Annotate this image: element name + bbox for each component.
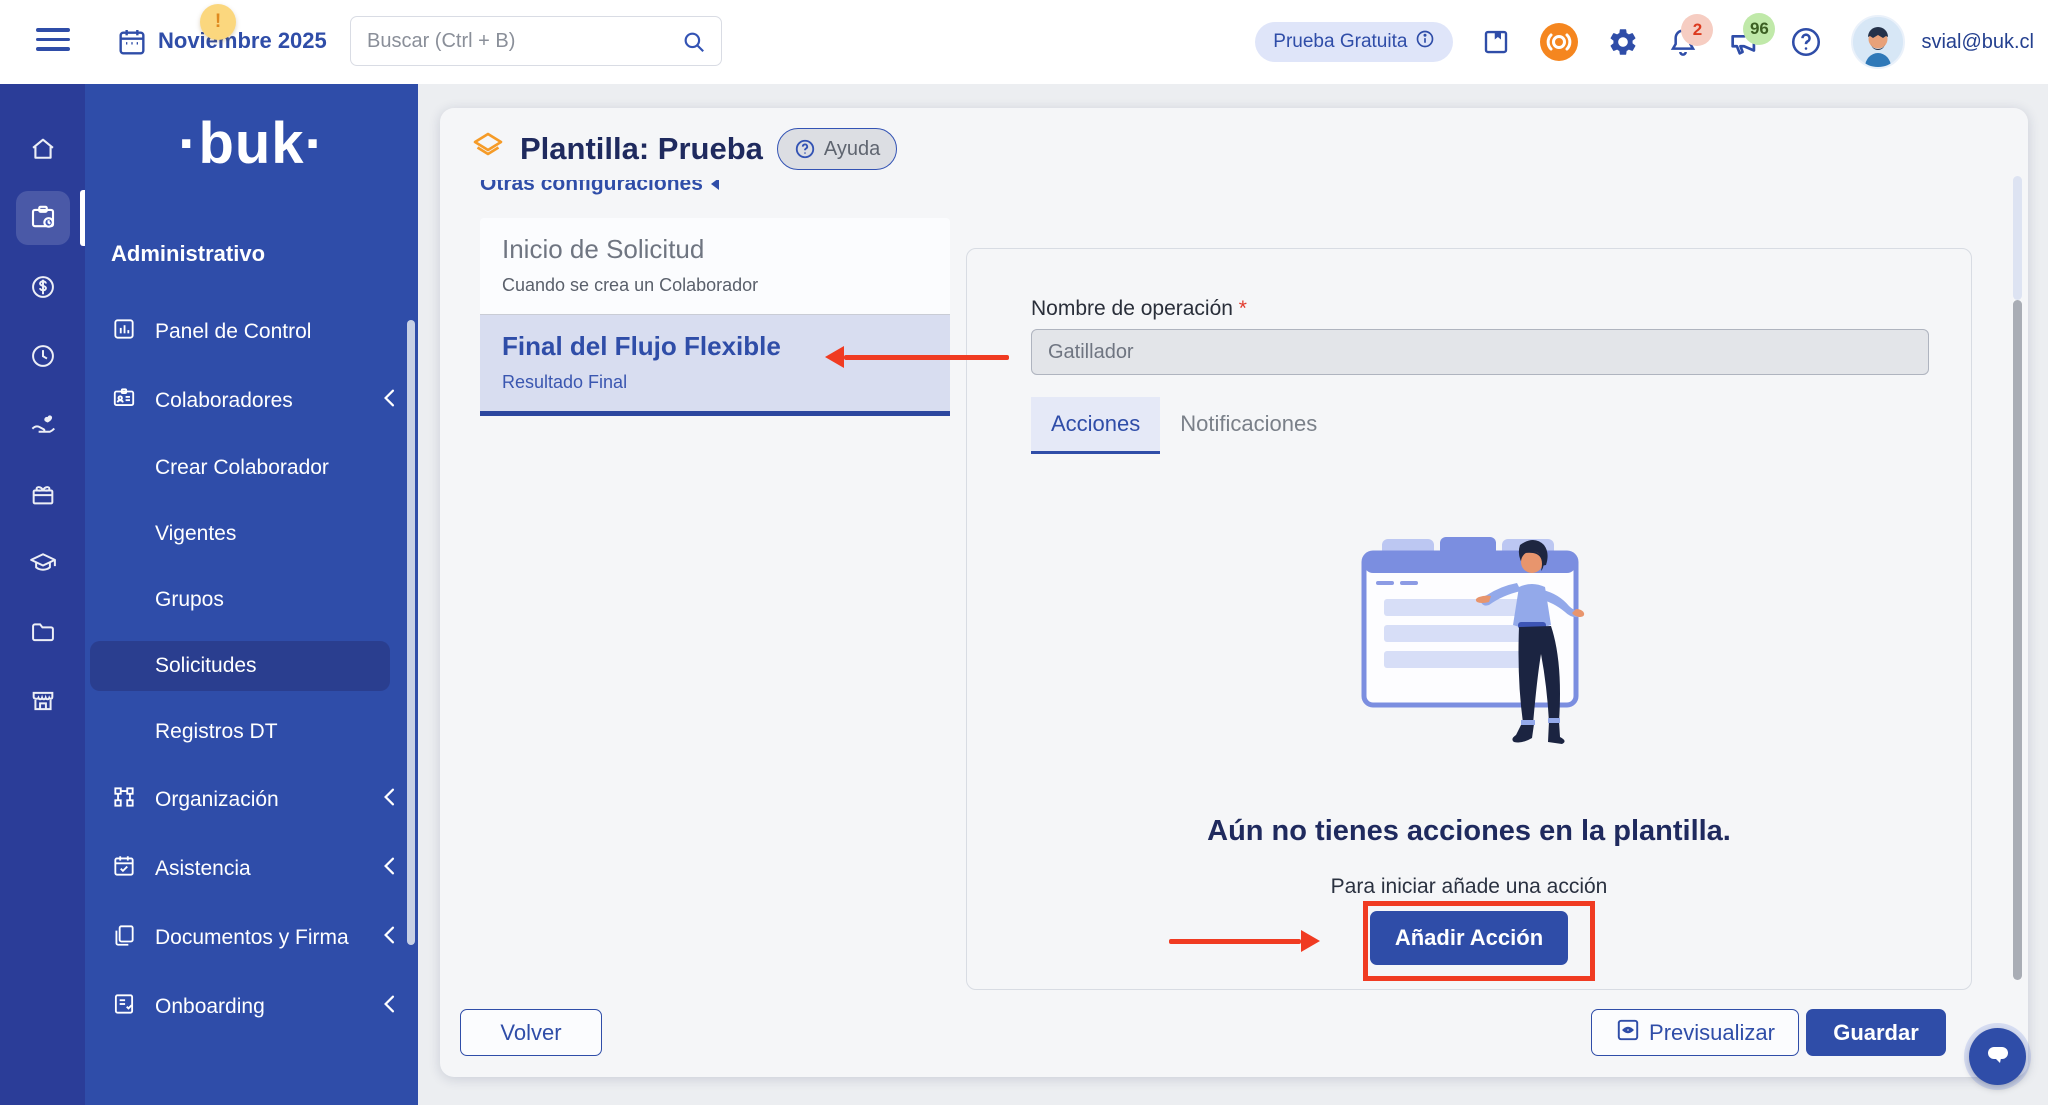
sidebar-item-organizacion[interactable]: Organización [85,765,418,834]
annotation-arrow-step [825,346,1009,368]
period-selector[interactable]: Noviembre 2025 [158,28,327,54]
preview-button[interactable]: Previsualizar [1591,1009,1799,1056]
user-email[interactable]: svial@buk.cl [1921,31,2034,54]
tab-notificaciones[interactable]: Notificaciones [1160,397,1337,454]
page-title: Plantilla: Prueba [520,131,763,167]
annotation-arrow-add-action [1169,930,1320,952]
id-badge-icon [111,385,137,417]
sidebar-item-panel-de-control[interactable]: Panel de Control [85,297,418,366]
broadcast-icon[interactable] [1539,22,1579,62]
calendar-icon[interactable] [116,26,148,63]
search-input[interactable] [367,17,667,65]
annotation-rect-add-action [1363,901,1595,981]
rail-gift-icon[interactable] [0,459,85,528]
step-inicio-de-solicitud[interactable]: Inicio de Solicitud Cuando se crea un Co… [480,218,950,315]
notification-count-badge: 2 [1681,14,1713,46]
global-search[interactable] [350,16,722,66]
documents-icon [111,922,137,954]
info-icon [1415,29,1435,55]
period-alert-badge: ! [200,4,236,40]
rail-home-icon[interactable] [0,114,85,183]
hamburger-menu-icon[interactable] [36,28,70,54]
chevron-left-icon [382,788,396,812]
icon-rail [0,84,85,1105]
sidebar-item-solicitudes[interactable]: Solicitudes [90,641,390,691]
topbar-actions: Prueba Gratuita [1255,0,2034,84]
sidebar: ·buk· Administrativo Panel de Control Co… [85,84,418,1105]
announcement-count-badge: 96 [1743,13,1775,45]
sidebar-section-label: Administrativo [111,241,418,267]
save-button[interactable]: Guardar [1806,1009,1946,1056]
empty-state-title: Aún no tienes acciones en la plantilla. [967,815,1971,848]
flow-steps-list: Inicio de Solicitud Cuando se crea un Co… [480,218,950,416]
tab-acciones[interactable]: Acciones [1031,397,1160,454]
chevron-left-icon [382,857,396,881]
other-configurations-link[interactable]: Otras configuraciones [480,180,719,205]
operation-panel: Nombre de operación * Acciones Notificac… [966,248,1972,990]
calendar-check-icon [111,853,137,885]
sidebar-item-grupos[interactable]: Grupos [85,567,418,633]
eye-preview-icon [1615,1017,1641,1049]
sidebar-item-asistencia[interactable]: Asistencia [85,834,418,903]
triangle-collapse-icon [711,180,719,190]
sidebar-item-colaboradores[interactable]: Colaboradores [85,366,418,435]
org-chart-icon [111,784,137,816]
sidebar-item-registros-dt[interactable]: Registros DT [85,699,418,765]
rail-store-icon[interactable] [0,666,85,735]
megaphone-icon[interactable]: 96 [1727,25,1761,59]
template-card: Plantilla: Prueba Ayuda Otras configurac… [440,108,2028,1077]
topbar: Noviembre 2025 ! Prueba Gratuita [0,0,2048,84]
rail-time-icon[interactable] [0,321,85,390]
chevron-left-icon [382,389,396,413]
search-icon[interactable] [681,29,707,60]
back-button[interactable]: Volver [460,1009,602,1056]
bell-icon[interactable]: 2 [1667,26,1699,58]
sidebar-item-vigentes[interactable]: Vigentes [85,501,418,567]
rail-payroll-icon[interactable] [0,252,85,321]
sidebar-item-documentos-y-firma[interactable]: Documentos y Firma [85,903,418,972]
empty-state-subtitle: Para iniciar añade una acción [967,875,1971,899]
help-button[interactable]: Ayuda [777,128,897,170]
layers-icon [470,129,506,170]
rail-requests-icon[interactable] [0,183,85,252]
card-scrollbar-track[interactable] [2013,176,2022,300]
sidebar-item-crear-colaborador[interactable]: Crear Colaborador [85,435,418,501]
rail-benefits-icon[interactable] [0,390,85,459]
sidebar-scrollbar[interactable] [407,320,415,945]
checklist-icon [111,991,137,1023]
bookmark-icon[interactable] [1481,27,1511,57]
sidebar-item-onboarding[interactable]: Onboarding [85,972,418,1041]
gear-icon[interactable] [1607,26,1639,58]
chevron-left-icon [382,926,396,950]
card-scrollbar-thumb[interactable] [2013,300,2022,980]
panel-tabs: Acciones Notificaciones [1031,397,1337,454]
rail-training-icon[interactable] [0,528,85,597]
empty-state-illustration [1344,527,1594,772]
operation-name-label: Nombre de operación * [1031,297,1247,321]
rail-folder-icon[interactable] [0,597,85,666]
dashboard-icon [111,316,137,348]
help-icon[interactable] [1789,25,1823,59]
user-avatar[interactable] [1851,15,1905,69]
chat-button[interactable] [1969,1028,2026,1085]
chat-icon [1983,1039,2013,1074]
buk-logo: ·buk· [85,110,418,177]
operation-name-input[interactable] [1031,329,1929,375]
trial-badge[interactable]: Prueba Gratuita [1255,22,1453,62]
main-content: Plantilla: Prueba Ayuda Otras configurac… [418,84,2048,1105]
chevron-left-icon [382,995,396,1019]
